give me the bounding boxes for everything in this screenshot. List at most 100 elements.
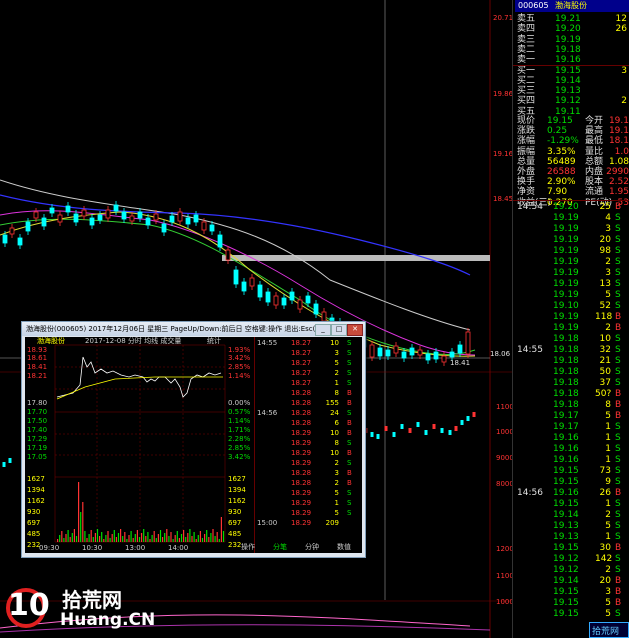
tick-row[interactable]: 19.14 20 B (515, 576, 629, 587)
popup-vol-bar (201, 538, 204, 542)
quote-panel: 000605 渤海股份 卖五 19.21 12 卖四 19.20 26 卖三 19.19 卖二 1… (512, 0, 629, 638)
tick-row[interactable]: 19.18 21 S (515, 356, 629, 367)
popup-tick-row[interactable]: 14:56 18.28 24 S (257, 409, 361, 419)
tick-row[interactable]: 19.15 9 S (515, 477, 629, 488)
tick-row[interactable]: 19.19 3 S (515, 268, 629, 279)
popup-tick-row[interactable]: 18.29 1 S (257, 499, 361, 509)
tick-side: S (615, 345, 621, 355)
tick-row[interactable]: 19.10 52 S (515, 301, 629, 312)
popup-tick-row[interactable]: 18.29 2 S (257, 459, 361, 469)
popup-tick-row[interactable]: 18.28 8 B (257, 389, 361, 399)
popup-tick-price: 18.27 (291, 359, 312, 367)
tick-row[interactable]: 19.14 2 S (515, 510, 629, 521)
popup-tab[interactable]: 分笔 (265, 543, 295, 552)
tick-row[interactable]: 19.18 10 S (515, 334, 629, 345)
popup-tick-side: B (347, 429, 352, 437)
order-book-label: 买二 (517, 75, 536, 86)
popup-tick-row[interactable]: 18.29 8 S (257, 439, 361, 449)
tick-row[interactable]: 19.15 30 B (515, 543, 629, 554)
tick-row[interactable]: 19.19 2 B (515, 323, 629, 334)
tick-row[interactable]: 19.15 1 S (515, 499, 629, 510)
tick-row[interactable]: 14:56 19.16 26 B (515, 488, 629, 499)
popup-tick-row[interactable]: 14:55 18.27 10 S (257, 339, 361, 349)
tick-row[interactable]: 19.13 1 S (515, 532, 629, 543)
tick-side: S (615, 301, 621, 311)
mini-candle (8, 458, 12, 463)
tick-row[interactable]: 19.19 118 B (515, 312, 629, 323)
tick-row[interactable]: 19.18 50 S (515, 367, 629, 378)
tick-row[interactable]: 19.18 37 S (515, 378, 629, 389)
tick-row[interactable]: 19.17 5 B (515, 411, 629, 422)
tick-row[interactable]: 19.15 3 B (515, 587, 629, 598)
tick-row[interactable]: 19.19 20 S (515, 235, 629, 246)
popup-pct-tick: 0.00% (228, 399, 251, 407)
tick-row[interactable]: 19.19 5 S (515, 290, 629, 301)
candle-body (393, 345, 399, 354)
tick-row[interactable]: 19.19 98 S (515, 246, 629, 257)
close-icon[interactable]: ✕ (347, 324, 363, 336)
annot-low: 18.06 (490, 350, 511, 358)
popup-tick-row[interactable]: 18.28 6 B (257, 419, 361, 429)
tick-side: S (615, 290, 621, 300)
popup-tick-row[interactable]: 18.27 3 S (257, 349, 361, 359)
popup-tab[interactable]: 分钟 (297, 543, 327, 552)
tick-vol: 2 (605, 510, 611, 520)
tick-side: S (615, 433, 621, 443)
tick-row[interactable]: 19.19 13 S (515, 279, 629, 290)
tick-row[interactable]: 19.18 50? B (515, 389, 629, 400)
popup-tick-row[interactable]: 18.28 2 B (257, 479, 361, 489)
tick-row[interactable]: 19.15 5 B (515, 598, 629, 609)
tick-row[interactable]: 19.15 5 S (515, 609, 629, 620)
candle-body (81, 209, 87, 217)
quote-stat-label: 换手 (517, 177, 536, 188)
popup-tick-row[interactable]: 18.28 3 B (257, 469, 361, 479)
tick-row[interactable]: 19.18 8 B (515, 400, 629, 411)
popup-tick-row[interactable]: 18.29 10 B (257, 429, 361, 439)
popup-tab[interactable]: 数值 (329, 543, 359, 552)
maximize-icon[interactable]: □ (331, 324, 347, 336)
popup-tab[interactable]: 操作 (233, 543, 263, 552)
tick-row[interactable]: 19.19 3 S (515, 224, 629, 235)
popup-tick-row[interactable]: 18.27 5 S (257, 359, 361, 369)
popup-price-tick: 17.29 (27, 435, 48, 443)
quote-stat-label: 涨跌 (517, 126, 536, 137)
popup-tick-row[interactable]: 18.29 5 S (257, 509, 361, 519)
candle-body (257, 284, 263, 298)
tick-vol: 2 (605, 257, 611, 267)
tick-row[interactable]: 19.16 1 S (515, 444, 629, 455)
tick-row[interactable]: 19.15 73 S (515, 466, 629, 477)
popup-sub-name: 渤海股份 (37, 337, 65, 345)
candle-body (129, 215, 135, 222)
tick-row[interactable]: 19.12 142 S (515, 554, 629, 565)
popup-tick-divider (254, 337, 255, 553)
popup-vol-tick: 1627 (27, 475, 45, 483)
tick-row[interactable]: 14:54 19.20 25 B (515, 202, 629, 213)
popup-tick-row[interactable]: 18.27 2 S (257, 369, 361, 379)
popup-tick-row[interactable]: 18.29 10 B (257, 449, 361, 459)
tick-row[interactable]: 19.19 2 S (515, 257, 629, 268)
tick-row[interactable]: 19.16 1 S (515, 433, 629, 444)
popup-tick-row[interactable]: 18.29 5 S (257, 489, 361, 499)
tick-row[interactable]: 19.13 5 S (515, 521, 629, 532)
minimize-icon[interactable]: _ (315, 324, 331, 336)
tick-row[interactable]: 19.12 2 S (515, 565, 629, 576)
popup-tick-row[interactable]: 15:00 18.29 209 (257, 519, 361, 529)
tick-row[interactable]: 14:55 19.18 32 S (515, 345, 629, 356)
tick-row[interactable]: 19.16 1 S (515, 455, 629, 466)
popup-price-tick: 18.41 (27, 363, 48, 371)
tick-vol: 20 (599, 576, 611, 586)
candle-body (217, 234, 223, 248)
tick-row[interactable]: 19.19 4 S (515, 213, 629, 224)
tick-row[interactable]: 19.17 1 S (515, 422, 629, 433)
axis-label-2: 19.16 (493, 150, 514, 158)
popup-price-tick: 18.61 (27, 354, 48, 362)
popup-tick-row[interactable]: 18.28 155 B (257, 399, 361, 409)
order-book-label: 卖三 (517, 34, 536, 45)
popup-titlebar[interactable]: 渤海股份(000605) 2017年12月06日 星期三 PageUp/Down… (22, 322, 365, 336)
tick-side: B (615, 202, 622, 212)
quote-stat-value: 19.15 (547, 116, 573, 126)
popup-tick-side: S (347, 349, 352, 357)
popup-tick-row[interactable]: 18.27 1 S (257, 379, 361, 389)
intraday-popup-window[interactable]: 渤海股份(000605) 2017年12月06日 星期三 PageUp/Down… (21, 321, 366, 558)
quote-stat-value2: 19.1 (608, 116, 629, 126)
